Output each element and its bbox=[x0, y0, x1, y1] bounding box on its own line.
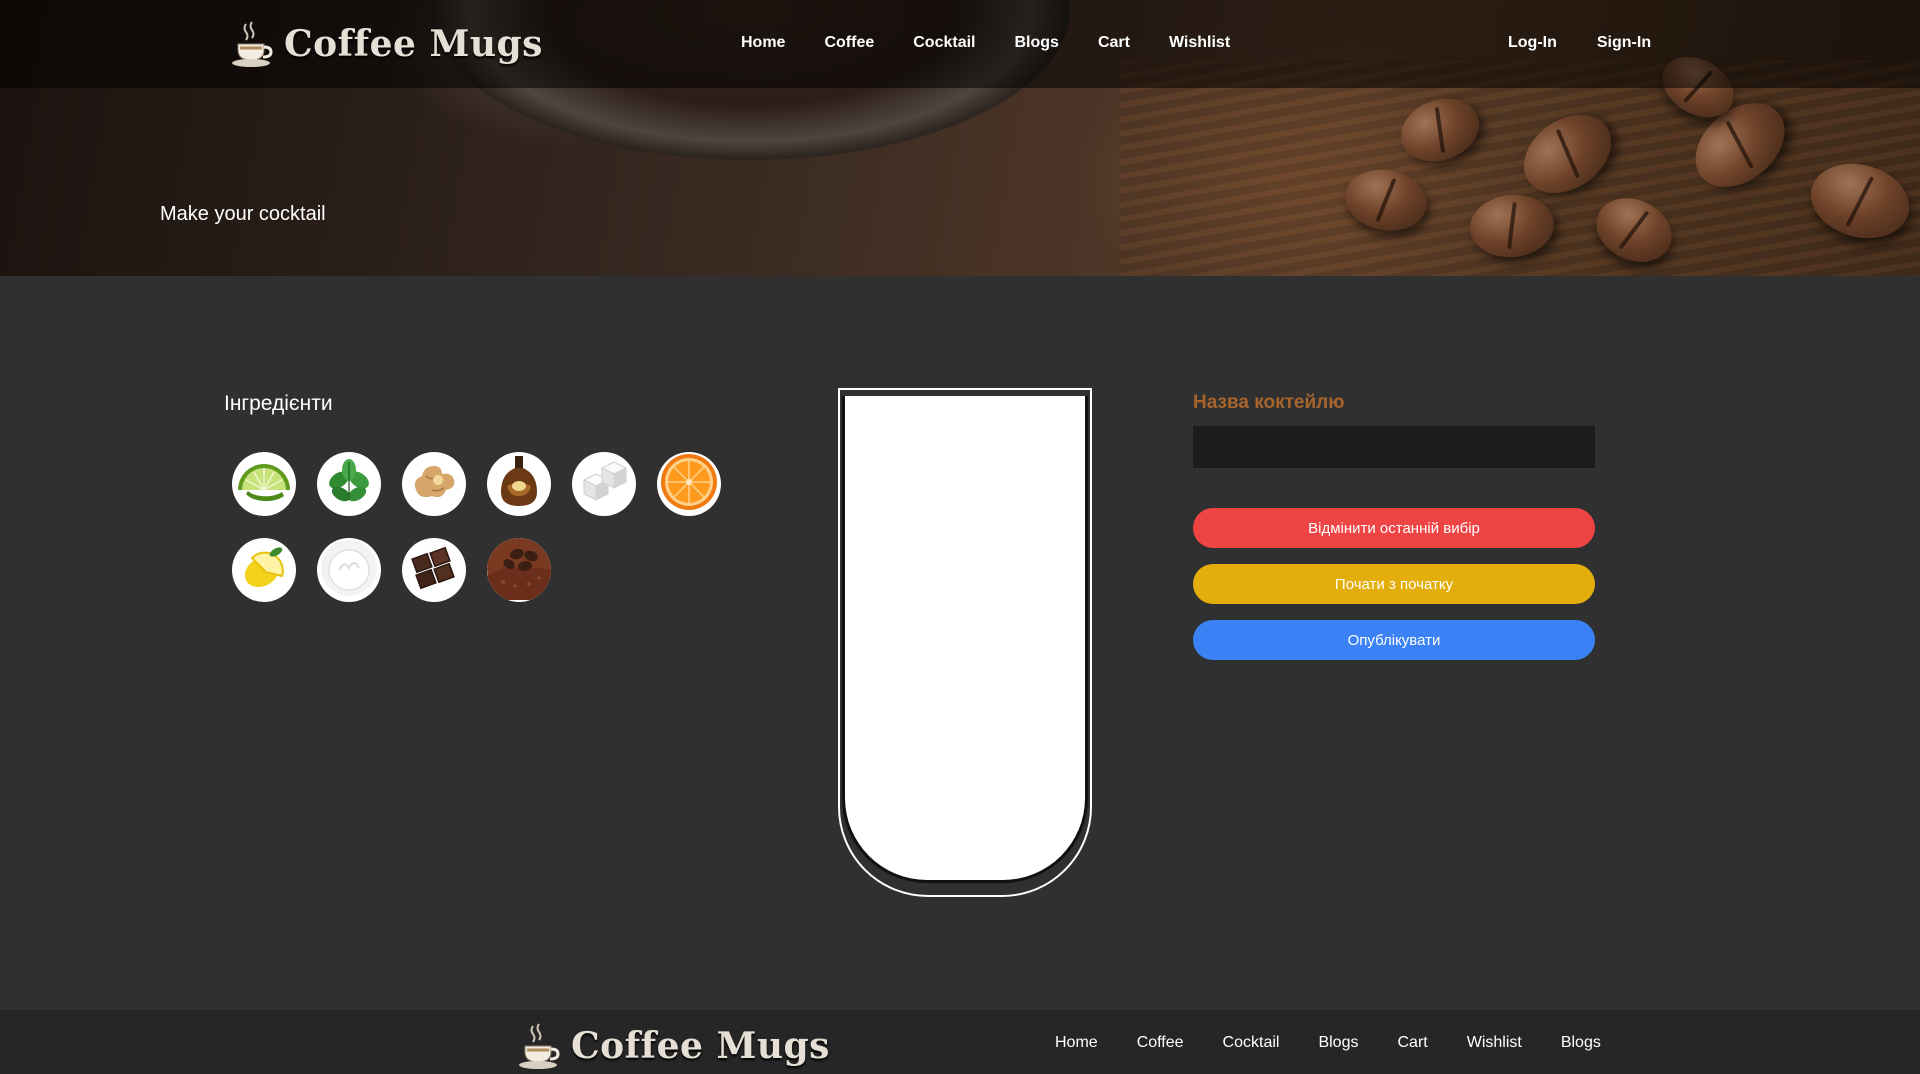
ingredient-cream[interactable] bbox=[317, 538, 381, 602]
ingredients-grid bbox=[232, 452, 752, 602]
undo-last-button[interactable]: Відмінити останній вибір bbox=[1193, 508, 1595, 548]
cocktail-glass-contents bbox=[842, 396, 1088, 883]
publish-button[interactable]: Опублікувати bbox=[1193, 620, 1595, 660]
footer-link-cart[interactable]: Cart bbox=[1397, 1034, 1427, 1052]
sugar-cube-icon bbox=[572, 452, 636, 516]
ingredient-orange[interactable] bbox=[657, 452, 721, 516]
coffee-cup-icon bbox=[517, 1022, 561, 1070]
ingredient-sugar[interactable] bbox=[572, 452, 636, 516]
hero-title: Make your cocktail bbox=[160, 203, 326, 225]
coffee-beans-icon bbox=[487, 538, 551, 602]
brand-logo[interactable]: Coffee Mugs bbox=[230, 16, 543, 72]
footer-brand-name: Coffee Mugs bbox=[571, 1025, 830, 1067]
lime-icon bbox=[232, 452, 296, 516]
ingredient-mint[interactable] bbox=[317, 452, 381, 516]
footer-brand-logo[interactable]: Coffee Mugs bbox=[517, 1018, 830, 1074]
brand-name: Coffee Mugs bbox=[284, 23, 543, 65]
ingredient-lemon[interactable] bbox=[232, 538, 296, 602]
main-nav: Home Coffee Cocktail Blogs Cart Wishlist bbox=[741, 34, 1269, 52]
orange-icon bbox=[657, 452, 721, 516]
footer-link-home[interactable]: Home bbox=[1055, 1034, 1098, 1052]
auth-links: Log-In Sign-In bbox=[1508, 34, 1651, 52]
footer-link-blogs-2[interactable]: Blogs bbox=[1561, 1034, 1601, 1052]
footer-link-coffee[interactable]: Coffee bbox=[1137, 1034, 1184, 1052]
coffee-cup-icon bbox=[230, 20, 274, 68]
ginger-icon bbox=[402, 452, 466, 516]
cocktail-name-input[interactable] bbox=[1193, 426, 1595, 468]
footer-nav: Home Coffee Cocktail Blogs Cart Wishlist… bbox=[1055, 1034, 1640, 1052]
whipped-cream-icon bbox=[317, 538, 381, 602]
signin-link[interactable]: Sign-In bbox=[1597, 34, 1651, 52]
ingredient-liqueur[interactable] bbox=[487, 452, 551, 516]
nav-cart[interactable]: Cart bbox=[1098, 34, 1130, 52]
chocolate-icon bbox=[402, 538, 466, 602]
footer-link-wishlist[interactable]: Wishlist bbox=[1467, 1034, 1522, 1052]
ingredient-lime[interactable] bbox=[232, 452, 296, 516]
footer-link-cocktail[interactable]: Cocktail bbox=[1223, 1034, 1280, 1052]
footer: Coffee Mugs Home Coffee Cocktail Blogs C… bbox=[0, 1010, 1920, 1074]
nav-wishlist[interactable]: Wishlist bbox=[1169, 34, 1230, 52]
start-over-button[interactable]: Почати з початку bbox=[1193, 564, 1595, 604]
nav-home[interactable]: Home bbox=[741, 34, 785, 52]
login-link[interactable]: Log-In bbox=[1508, 34, 1557, 52]
ingredient-coffee[interactable] bbox=[487, 538, 551, 602]
mint-icon bbox=[317, 452, 381, 516]
ingredients-title: Інгредієнти bbox=[224, 392, 333, 415]
nav-cocktail[interactable]: Cocktail bbox=[913, 34, 975, 52]
footer-link-blogs[interactable]: Blogs bbox=[1318, 1034, 1358, 1052]
ingredient-chocolate[interactable] bbox=[402, 538, 466, 602]
liqueur-bottle-icon bbox=[487, 452, 551, 516]
cocktail-name-label: Назва коктейлю bbox=[1193, 392, 1345, 413]
ingredient-ginger[interactable] bbox=[402, 452, 466, 516]
top-navbar: Coffee Mugs Home Coffee Cocktail Blogs C… bbox=[0, 0, 1920, 88]
lemon-icon bbox=[232, 538, 296, 602]
nav-blogs[interactable]: Blogs bbox=[1014, 34, 1058, 52]
nav-coffee[interactable]: Coffee bbox=[824, 34, 874, 52]
